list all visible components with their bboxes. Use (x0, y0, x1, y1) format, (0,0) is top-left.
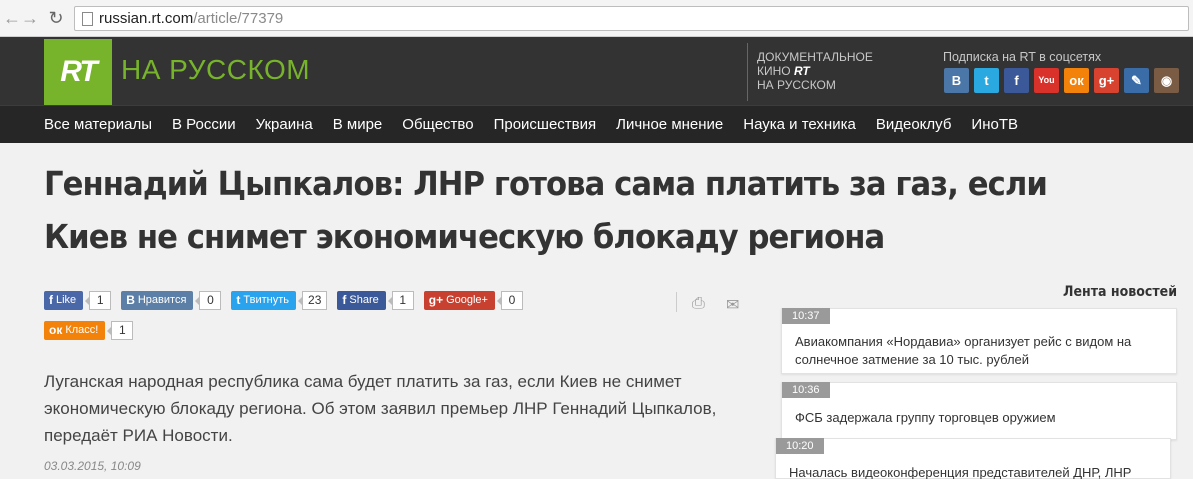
share-count: 0 (195, 291, 222, 310)
article-title: Геннадий Цыпкалов: ЛНР готова сама плати… (44, 164, 1048, 256)
share-label: Like (56, 294, 77, 306)
site-name[interactable]: НА РУССКОМ (121, 54, 310, 86)
subscribe-label: Подписка на RT в соцсетях (943, 50, 1102, 64)
google-plus-button[interactable]: g+ Google+ (423, 291, 495, 310)
share-label: Google+ (446, 294, 488, 306)
docs-line-3: НА РУССКОМ (757, 78, 836, 92)
url-path: /article/77379 (193, 10, 284, 27)
nav-item[interactable]: Наука и техника (743, 116, 856, 133)
news-time: 10:20 (776, 438, 824, 454)
facebook-like-button[interactable]: f Like (44, 291, 84, 310)
url-text: russian.rt.com/article/77379 (99, 10, 283, 27)
nav-item[interactable]: Личное мнение (616, 116, 723, 133)
share-count: 1 (85, 291, 112, 310)
nav-list: Все материалы В России Украина В мире Общест… (44, 116, 1038, 133)
odnoklassniki-icon[interactable]: ок (1064, 68, 1089, 93)
livejournal-icon[interactable]: ✎ (1124, 68, 1149, 93)
facebook-share-button[interactable]: f Share (337, 291, 386, 310)
docs-line-1: ДОКУМЕНТАЛЬНОЕ (757, 50, 873, 64)
page-icon (82, 12, 93, 26)
main-nav: Все материалы В России Украина В мире Общест… (0, 105, 1193, 143)
share-buttons-row-2: ок Класс! 1 (44, 321, 143, 340)
instagram-icon[interactable]: ◉ (1154, 68, 1179, 93)
email-icon[interactable]: ✉ (726, 295, 739, 315)
site-header: RT НА РУССКОМ ДОКУМЕНТАЛЬНОЕ КИНО RT НА … (0, 37, 1193, 105)
nav-item[interactable]: Общество (402, 116, 473, 133)
twitter-icon[interactable]: t (974, 68, 999, 93)
google-plus-icon[interactable]: g+ (1094, 68, 1119, 93)
google-plus-icon: g+ (428, 293, 444, 307)
docs-line-2: КИНО RT (757, 64, 810, 78)
news-text[interactable]: Авиакомпания «Нордавиа» организует рейс … (795, 333, 1165, 369)
article-lead: Луганская народная республика сама будет… (44, 372, 717, 445)
news-item[interactable]: 10:37 Авиакомпания «Нордавиа» организует… (781, 308, 1177, 374)
share-label: Share (349, 294, 379, 306)
share-label: Класс! (65, 324, 99, 336)
nav-item[interactable]: Видеоклуб (876, 116, 952, 133)
share-label: Нравится (137, 294, 187, 306)
news-item[interactable]: 10:20 Началась видеоконференция представ… (775, 438, 1171, 479)
share-count: 23 (297, 291, 328, 310)
facebook-like-icon: f (49, 293, 53, 307)
header-divider (747, 43, 748, 101)
article-date: 03.03.2015, 10:09 (44, 459, 141, 473)
ok-class-button[interactable]: ок Класс! (44, 321, 106, 340)
news-feed-title: Лента новостей (1063, 284, 1178, 300)
address-bar[interactable]: russian.rt.com/article/77379 (74, 6, 1189, 31)
ok-class-icon: ок (49, 323, 63, 337)
vkontakte-icon[interactable]: B (944, 68, 969, 93)
nav-item[interactable]: ИноТВ (971, 116, 1018, 133)
vk-like-icon: B (126, 293, 135, 307)
share-count: 1 (387, 291, 414, 310)
nav-item[interactable]: В мире (333, 116, 383, 133)
facebook-share-icon: f (342, 293, 347, 307)
forward-icon[interactable]: → (20, 8, 40, 28)
reload-icon[interactable]: ↻ (46, 8, 66, 28)
nav-item[interactable]: В России (172, 116, 236, 133)
youtube-icon[interactable]: You (1034, 68, 1059, 93)
vk-like-button[interactable]: B Нравится (121, 291, 194, 310)
nav-item[interactable]: Украина (256, 116, 313, 133)
tools-divider (676, 292, 677, 312)
news-time: 10:37 (782, 308, 830, 324)
rt-logo[interactable]: RT (44, 39, 112, 105)
news-text[interactable]: ФСБ задержала группу торговцев оружием (795, 409, 1165, 427)
url-host: russian.rt.com (99, 10, 194, 27)
news-item[interactable]: 10:36 ФСБ задержала группу торговцев ору… (781, 382, 1177, 440)
nav-item[interactable]: Все материалы (44, 116, 152, 133)
print-icon[interactable]: ⎙ (692, 295, 705, 313)
tweet-button[interactable]: t Твитнуть (231, 291, 297, 310)
rt-documentary-link[interactable]: ДОКУМЕНТАЛЬНОЕ КИНО RT НА РУССКОМ (757, 50, 873, 92)
docs-brand: RT (793, 64, 810, 78)
nav-item[interactable]: Происшествия (494, 116, 597, 133)
back-icon[interactable]: ← (2, 8, 22, 28)
tweet-icon: t (236, 293, 241, 307)
news-text[interactable]: Началась видеоконференция представителей… (789, 464, 1159, 479)
share-count: 1 (107, 321, 134, 340)
share-label: Твитнуть (243, 294, 290, 306)
facebook-icon[interactable]: f (1004, 68, 1029, 93)
browser-toolbar: ← → ↻ russian.rt.com/article/77379 (0, 0, 1193, 37)
share-count: 0 (496, 291, 523, 310)
news-time: 10:36 (782, 382, 830, 398)
share-buttons-row-1: f Like 1 B Нравится 0 t Твитнуть 23 f Share 1 g+ Goog… (44, 291, 533, 310)
social-links: Bt f You ок g+ ✎ ◉ (944, 68, 1179, 93)
